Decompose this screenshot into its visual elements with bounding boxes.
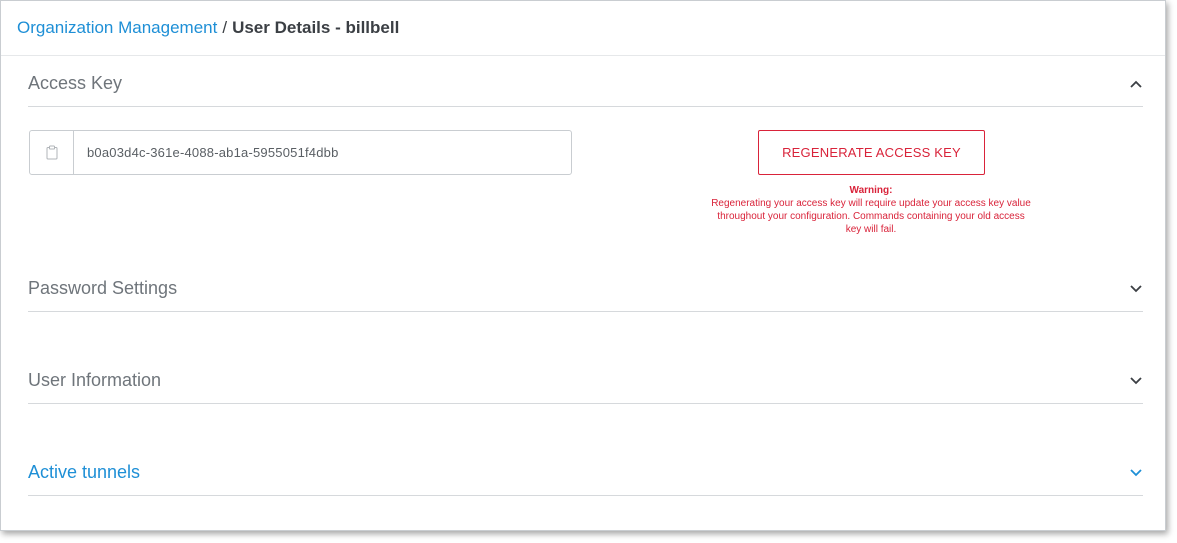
- user-information-section-header[interactable]: User Information: [28, 358, 1143, 404]
- user-details-window: Organization Management / User Details -…: [0, 0, 1166, 531]
- access-key-field: b0a03d4c-361e-4088-ab1a-5955051f4dbb: [29, 130, 572, 175]
- access-key-section-title: Access Key: [28, 73, 123, 93]
- password-settings-section: Password Settings: [28, 266, 1143, 312]
- password-settings-section-title: Password Settings: [28, 278, 178, 298]
- chevron-up-icon[interactable]: [1129, 77, 1143, 91]
- user-information-section: User Information: [28, 358, 1143, 404]
- chevron-down-icon[interactable]: [1129, 374, 1143, 388]
- breadcrumb: Organization Management / User Details -…: [1, 1, 1165, 56]
- warning-title: Warning:: [849, 185, 893, 196]
- user-information-section-title: User Information: [28, 370, 162, 390]
- access-key-section: Access Key: [28, 61, 1143, 107]
- active-tunnels-section: Active tunnels: [28, 450, 1143, 496]
- chevron-down-icon[interactable]: [1129, 282, 1143, 296]
- regenerate-warning: Warning: Regenerating your access key wi…: [711, 184, 1031, 236]
- active-tunnels-section-title: Active tunnels: [28, 462, 141, 482]
- breadcrumb-separator: /: [222, 18, 228, 37]
- clipboard-icon[interactable]: [30, 131, 74, 174]
- access-key-value[interactable]: b0a03d4c-361e-4088-ab1a-5955051f4dbb: [74, 145, 339, 160]
- regenerate-access-key-button[interactable]: REGENERATE ACCESS KEY: [758, 130, 985, 175]
- active-tunnels-section-header[interactable]: Active tunnels: [28, 450, 1143, 496]
- password-settings-section-header[interactable]: Password Settings: [28, 266, 1143, 312]
- page-title: User Details - billbell: [232, 18, 400, 37]
- warning-text: Regenerating your access key will requir…: [711, 198, 1031, 235]
- breadcrumb-organization-management-link[interactable]: Organization Management: [17, 18, 217, 38]
- chevron-down-icon[interactable]: [1129, 466, 1143, 480]
- access-key-section-header[interactable]: Access Key: [28, 61, 1143, 107]
